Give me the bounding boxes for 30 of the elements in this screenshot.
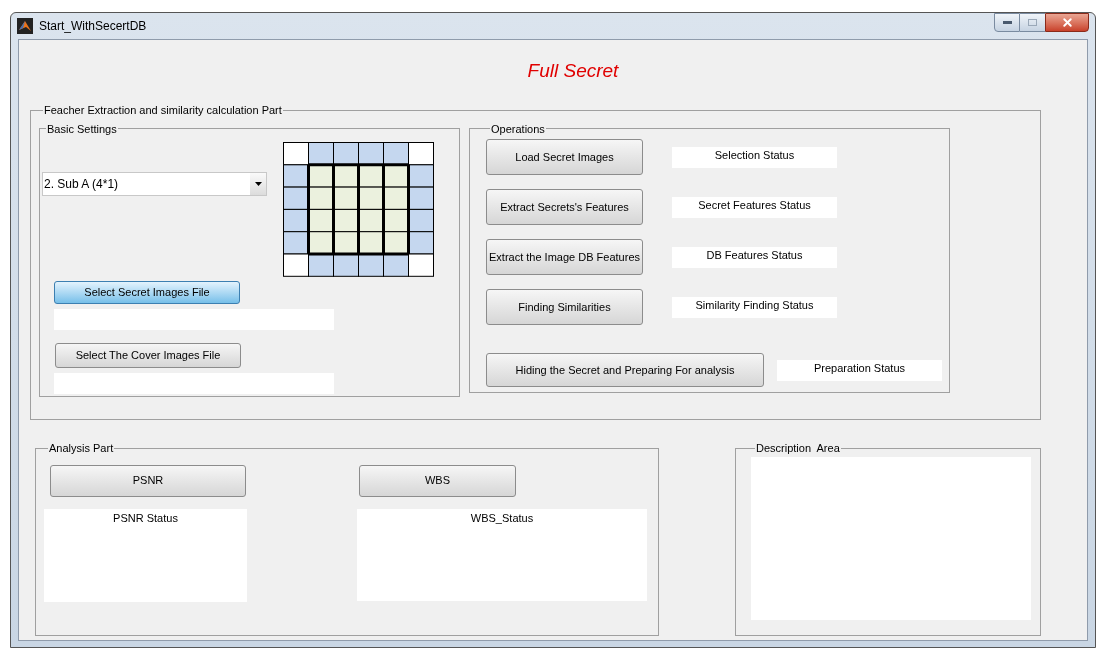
file-select-button[interactable]: Select Secret Images File [54, 281, 240, 304]
operation-button[interactable]: Extract the Image DB Features [486, 239, 643, 275]
status-text: Preparation Status [777, 359, 942, 381]
operation-button[interactable]: Extract Secrets's Features [486, 189, 643, 225]
operation-button[interactable]: Finding Similarities [486, 289, 643, 325]
metric-button[interactable]: PSNR [50, 464, 246, 497]
file-select-button[interactable]: Select The Cover Images File [55, 343, 241, 368]
status-text: DB Features Status [672, 246, 837, 268]
app-icon [17, 18, 33, 34]
page-heading: Full Secret [526, 58, 619, 83]
close-button[interactable] [1045, 13, 1089, 32]
panel-title: Operations [490, 121, 546, 137]
metric-button[interactable]: WBS [359, 464, 516, 497]
window-title: Start_WithSecertDB [39, 18, 147, 35]
panel-title: Feacher Extraction and similarity calculation Part [43, 103, 283, 118]
operation-button[interactable]: Load Secret Images [486, 139, 643, 175]
dropdown[interactable]: 2. Sub A (4*1) [42, 172, 267, 196]
status-text: PSNR Status [44, 508, 247, 602]
operation-button[interactable]: Hiding the Secret and Preparing For analysis [486, 353, 764, 387]
status-text: Selection Status [672, 146, 837, 168]
close-icon [1060, 16, 1074, 29]
panel-title: Analysis Part [48, 441, 115, 456]
status-text: Secret Features Status [672, 196, 837, 218]
panel-title: Basic Settings [46, 121, 118, 137]
status-text: Similarity Finding Status [672, 296, 837, 318]
minimize-button[interactable] [994, 13, 1020, 32]
maximize-button[interactable] [1020, 13, 1045, 32]
panel-title: Description Area [755, 441, 841, 456]
status-text: WBS_Status [357, 508, 647, 601]
caret-icon [250, 173, 266, 195]
